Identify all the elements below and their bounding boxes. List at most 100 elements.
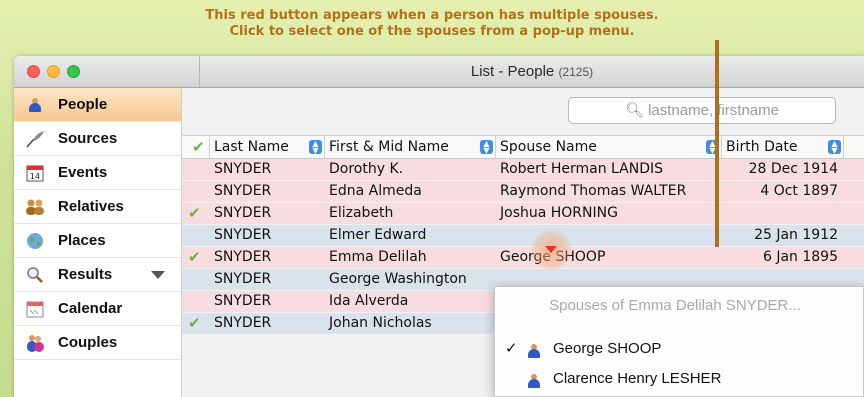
multiple-spouses-button[interactable] xyxy=(530,229,572,271)
globe-icon xyxy=(24,231,46,251)
birth-date-cell: 28 Dec 1914 xyxy=(748,161,838,177)
calendar-icon xyxy=(24,299,46,319)
table-header: ✔ Last Name ▲ ▼ First & Mid Name ▲ ▼ Spouse … xyxy=(182,135,864,159)
sidebar-item-label: Sources xyxy=(58,130,118,147)
table-row[interactable]: SNYDER Dorothy K. Robert Herman LANDIS 2… xyxy=(182,159,864,181)
sidebar-item-label: Results xyxy=(58,266,113,283)
first-name-cell: Elizabeth xyxy=(329,205,394,221)
sidebar-item-calendar[interactable]: Calendar xyxy=(14,292,181,326)
relatives-icon xyxy=(24,197,46,217)
column-header-birth-date[interactable]: Birth Date ▲ ▼ xyxy=(722,136,844,159)
column-label: Birth Date xyxy=(726,139,798,155)
column-header-last-name[interactable]: Last Name ▲ ▼ xyxy=(210,136,325,159)
sidebar-item-people[interactable]: People xyxy=(14,88,181,122)
last-name-cell: SNYDER xyxy=(214,249,272,265)
sort-stepper-icon[interactable]: ▲ ▼ xyxy=(480,140,493,155)
couple-icon xyxy=(24,333,46,353)
search-placeholder: lastname, firstname xyxy=(648,102,779,119)
table-row[interactable]: SNYDER Elmer Edward 25 Jan 1912 xyxy=(182,225,864,247)
sidebar-item-label: Calendar xyxy=(58,300,123,317)
person-icon xyxy=(527,342,541,358)
annotation-caption: This red button appears when a person ha… xyxy=(0,8,864,40)
first-name-cell: Emma Delilah xyxy=(329,249,427,265)
last-name-cell: SNYDER xyxy=(214,161,272,177)
sidebar-item-relatives[interactable]: Relatives xyxy=(14,190,181,224)
last-name-cell: SNYDER xyxy=(214,183,272,199)
zoom-button[interactable] xyxy=(67,65,80,78)
column-header-spouse-name[interactable]: Spouse Name ▲ ▼ xyxy=(496,136,722,159)
person-icon xyxy=(527,372,541,388)
search-input[interactable]: 🔍︎ lastname, firstname xyxy=(568,97,836,124)
birth-date-cell: 6 Jan 1895 xyxy=(762,249,838,265)
checkmark-icon: ✔ xyxy=(192,138,205,156)
spouse-name-cell: Robert Herman LANDIS xyxy=(500,161,664,177)
annotation-line-2: Click to select one of the spouses from … xyxy=(229,24,635,39)
svg-text:14: 14 xyxy=(30,172,40,181)
spouse-name-cell: Joshua HORNING xyxy=(500,205,618,221)
column-header-first-name[interactable]: First & Mid Name ▲ ▼ xyxy=(325,136,496,159)
row-check xyxy=(182,269,210,291)
row-check xyxy=(182,291,210,313)
table-row[interactable]: ✔ SNYDER Elizabeth Joshua HORNING xyxy=(182,203,864,225)
first-name-cell: Dorothy K. xyxy=(329,161,404,177)
checkmark-icon: ✓ xyxy=(505,340,518,357)
column-label: Spouse Name xyxy=(500,139,597,155)
title-bar-controls xyxy=(14,56,200,87)
sidebar-item-label: People xyxy=(58,96,108,113)
first-name-cell: Johan Nicholas xyxy=(329,315,432,331)
sidebar-item-label: Places xyxy=(58,232,106,249)
results-menu-arrow-icon[interactable] xyxy=(151,271,165,279)
row-check xyxy=(182,159,210,181)
red-triangle-icon xyxy=(545,246,557,253)
sort-stepper-icon[interactable]: ▲ ▼ xyxy=(309,140,322,155)
last-name-cell: SNYDER xyxy=(214,227,272,243)
window-title-text: List - People xyxy=(470,63,555,80)
checkmark-icon: ✔ xyxy=(188,204,201,222)
table-row[interactable]: ✔ SNYDER Emma Delilah George SHOOP 6 Jan… xyxy=(182,247,864,269)
annotation-line-1: This red button appears when a person ha… xyxy=(205,8,659,23)
table-row[interactable]: SNYDER Edna Almeda Raymond Thomas WALTER… xyxy=(182,181,864,203)
first-name-cell: Edna Almeda xyxy=(329,183,422,199)
title-bar: List - People (2125) xyxy=(14,56,864,88)
sort-stepper-icon[interactable]: ▲ ▼ xyxy=(828,140,841,155)
popup-item-label: George SHOOP xyxy=(553,340,662,357)
row-check xyxy=(182,225,210,247)
birth-date-cell xyxy=(722,203,844,225)
sidebar: People Sources 14 Events Relatives Place… xyxy=(14,88,182,397)
row-check xyxy=(182,181,210,203)
sidebar-item-events[interactable]: 14 Events xyxy=(14,156,181,190)
birth-date-cell: 25 Jan 1912 xyxy=(754,227,838,243)
calendar-14-icon: 14 xyxy=(24,163,46,183)
column-label: Last Name xyxy=(214,139,289,155)
popup-item-label: Clarence Henry LESHER xyxy=(553,370,722,387)
sidebar-item-label: Couples xyxy=(58,334,118,351)
window-title: List - People (2125) xyxy=(200,63,864,80)
first-name-cell: Elmer Edward xyxy=(329,227,427,243)
sidebar-item-results[interactable]: Results xyxy=(14,258,181,292)
last-name-cell: SNYDER xyxy=(214,205,272,221)
first-name-cell: Ida Alverda xyxy=(329,293,409,309)
checkmark-icon: ✔ xyxy=(188,314,201,332)
column-label: First & Mid Name xyxy=(329,139,449,155)
checkmark-icon: ✔ xyxy=(188,248,201,266)
sidebar-item-label: Events xyxy=(58,164,108,181)
person-icon xyxy=(24,95,46,115)
sidebar-item-sources[interactable]: Sources xyxy=(14,122,181,156)
spouses-popup-menu: Spouses of Emma Delilah SNYDER... ✓ Geor… xyxy=(494,286,864,397)
checkmark-column-header[interactable]: ✔ xyxy=(182,136,210,159)
sidebar-item-places[interactable]: Places xyxy=(14,224,181,258)
search-icon: 🔍︎ xyxy=(625,102,645,119)
last-name-cell: SNYDER xyxy=(214,271,272,287)
close-button[interactable] xyxy=(27,65,40,78)
record-count: (2125) xyxy=(558,65,594,79)
sidebar-item-couples[interactable]: Couples xyxy=(14,326,181,360)
magnifier-icon xyxy=(24,265,46,285)
last-name-cell: SNYDER xyxy=(214,293,272,309)
popup-item-spouse[interactable]: ✓ George SHOOP xyxy=(495,337,864,361)
minimize-button[interactable] xyxy=(47,65,60,78)
birth-date-cell: 4 Oct 1897 xyxy=(760,183,838,199)
spouse-name-cell: Raymond Thomas WALTER xyxy=(500,183,687,199)
last-name-cell: SNYDER xyxy=(214,315,272,331)
quill-icon xyxy=(24,129,46,149)
popup-item-spouse[interactable]: Clarence Henry LESHER xyxy=(495,367,864,391)
